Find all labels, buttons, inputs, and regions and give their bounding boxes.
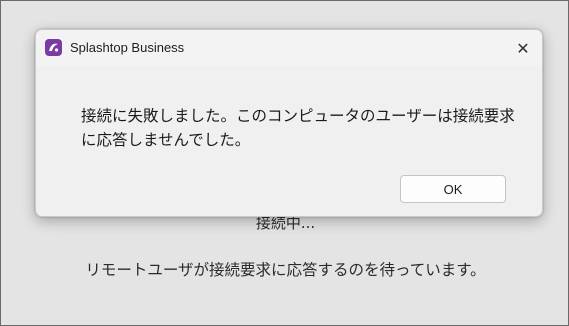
error-message-line-2: に応答しませんでした。 (81, 131, 251, 149)
dialog-title: Splashtop Business (70, 40, 185, 55)
close-icon[interactable]: ✕ (510, 35, 536, 61)
error-message: 接続に失敗しました。このコンピュータのユーザーは接続要求 に応答しませんでした。 (81, 104, 521, 152)
waiting-status-text: リモートユーザが接続要求に応答するのを待っています。 (85, 261, 486, 279)
connection-failed-dialog: Splashtop Business ✕ 接続に失敗しました。このコンピュータの… (35, 29, 543, 217)
ok-button[interactable]: OK (400, 175, 506, 203)
splashtop-logo-icon (45, 39, 62, 56)
error-message-line-1: 接続に失敗しました。このコンピュータのユーザーは接続要求 (81, 107, 515, 125)
dialog-titlebar: Splashtop Business ✕ (36, 30, 542, 66)
